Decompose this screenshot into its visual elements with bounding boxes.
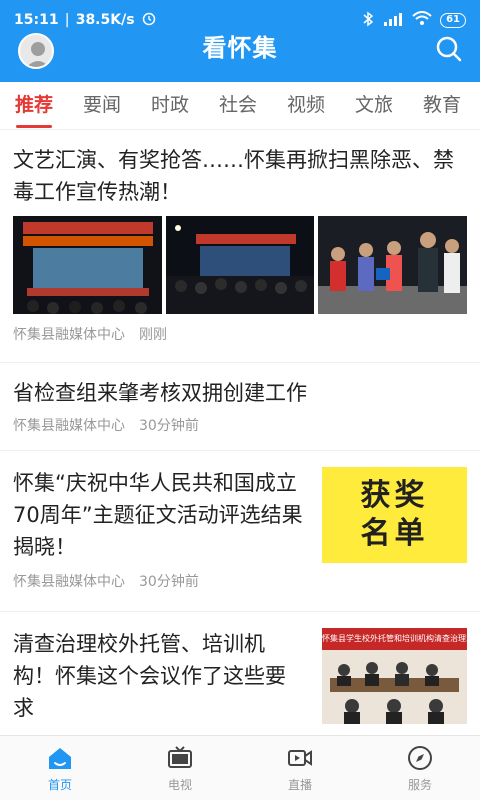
news-source: 怀集县融媒体中心	[13, 418, 125, 434]
compass-icon	[408, 746, 432, 770]
thumbnail-text: 获奖名单	[360, 478, 429, 551]
news-item[interactable]: 清查治理校外托管、培训机构！怀集这个会议作了这些要求 怀集县学生校外托管和培训机…	[0, 612, 480, 735]
cellular-signal-icon	[382, 12, 404, 29]
news-time: 30分钟前	[139, 574, 199, 590]
tab-politics[interactable]: 时政	[136, 82, 204, 130]
news-feed: 文艺汇演、有奖抢答……怀集再掀扫黑除恶、禁毒工作宣传热潮！ 怀集县融媒体中心 刚…	[0, 130, 480, 735]
category-tabs: 推荐 要闻 时政 社会 视频 文旅 教育	[0, 82, 480, 130]
news-item[interactable]: 省检查组来肇考核双拥创建工作 怀集县融媒体中心 30分钟前	[0, 363, 480, 451]
news-title: 文艺汇演、有奖抢答……怀集再掀扫黑除恶、禁毒工作宣传热潮！	[13, 148, 454, 204]
live-video-icon	[288, 750, 312, 766]
bottom-navigation: 首页 电视 直播 服务	[0, 735, 480, 800]
network-speed: 38.5K/s	[75, 12, 135, 28]
news-meta: 怀集县融媒体中心 刚刚	[13, 324, 467, 344]
battery-indicator: 61	[440, 12, 466, 28]
tv-icon	[168, 746, 192, 768]
tab-education[interactable]: 教育	[408, 82, 476, 130]
news-meta: 怀集县融媒体中心 30分钟前	[13, 415, 467, 435]
tab-video[interactable]: 视频	[272, 82, 340, 130]
nav-home[interactable]: 首页	[0, 736, 120, 800]
home-icon	[49, 748, 71, 769]
alarm-icon	[141, 10, 157, 30]
wifi-icon	[412, 11, 432, 29]
app-title: 看怀集	[202, 34, 278, 62]
nav-service[interactable]: 服务	[360, 736, 480, 800]
news-time: 30分钟前	[139, 418, 199, 434]
search-icon	[436, 36, 462, 62]
nav-service-label: 服务	[407, 778, 432, 792]
news-item[interactable]: 怀集“庆祝中华人民共和国成立70周年”主题征文活动评选结果揭晓！ 怀集县融媒体中…	[0, 451, 480, 612]
news-source: 怀集县融媒体中心	[13, 327, 125, 343]
nav-live-label: 直播	[287, 778, 312, 792]
news-time: 刚刚	[139, 327, 167, 343]
news-photo-children	[318, 216, 468, 314]
news-title: 清查治理校外托管、培训机构！怀集这个会议作了这些要求	[13, 632, 286, 720]
app-header: 看怀集	[0, 33, 480, 82]
search-button[interactable]	[434, 34, 464, 64]
tab-culture-tourism[interactable]: 文旅	[340, 82, 408, 130]
nav-home-label: 首页	[47, 778, 72, 792]
tab-society[interactable]: 社会	[204, 82, 272, 130]
nav-tv[interactable]: 电视	[120, 736, 240, 800]
news-meta: 怀集县融媒体中心 30分钟前	[13, 571, 304, 591]
bluetooth-icon	[362, 11, 374, 30]
news-thumbnail: 获奖名单	[322, 467, 467, 563]
news-title: 省检查组来肇考核双拥创建工作	[13, 381, 307, 405]
tab-news[interactable]: 要闻	[68, 82, 136, 130]
nav-tv-label: 电视	[167, 778, 192, 792]
news-item[interactable]: 文艺汇演、有奖抢答……怀集再掀扫黑除恶、禁毒工作宣传热潮！ 怀集县融媒体中心 刚…	[0, 130, 480, 363]
news-photo-stage	[13, 216, 162, 314]
thumbnail-banner: 怀集县学生校外托管和培训机构清查治理工作部署	[322, 628, 467, 650]
news-photo-gallery	[13, 216, 468, 314]
status-time: 15:11	[14, 12, 59, 28]
news-source: 怀集县融媒体中心	[13, 574, 125, 590]
news-photo-crowd	[165, 216, 315, 314]
news-thumbnail: 怀集县学生校外托管和培训机构清查治理工作部署	[322, 628, 467, 724]
tab-recommend[interactable]: 推荐	[0, 82, 68, 130]
news-title: 怀集“庆祝中华人民共和国成立70周年”主题征文活动评选结果揭晓！	[13, 471, 303, 559]
nav-live[interactable]: 直播	[240, 736, 360, 800]
